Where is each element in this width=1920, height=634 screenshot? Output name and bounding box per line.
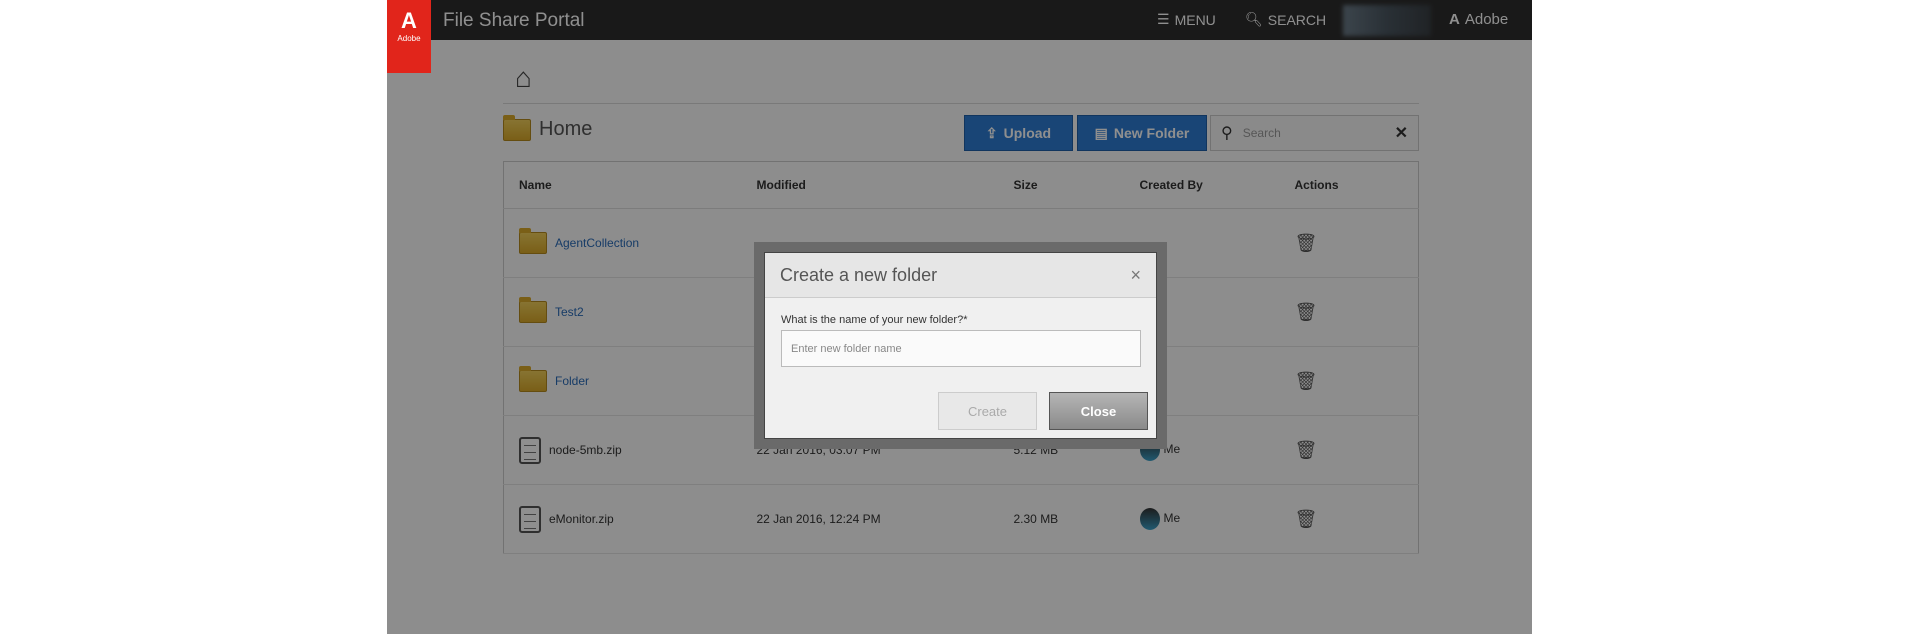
close-button[interactable]: Close <box>1049 392 1148 430</box>
dialog-title: Create a new folder <box>780 264 938 285</box>
create-folder-dialog: Create a new folder × What is the name of… <box>764 252 1157 439</box>
app: A Adobe File Share Portal ☰ MENU 🔍︎ SEARCH … <box>387 0 1532 634</box>
folder-name-label: What is the name of your new folder?* <box>781 314 968 326</box>
folder-name-input[interactable] <box>781 330 1141 367</box>
close-icon[interactable]: × <box>1130 265 1141 286</box>
dialog-frame: Create a new folder × What is the name of… <box>754 242 1167 449</box>
create-button[interactable]: Create <box>938 392 1037 430</box>
adobe-logo[interactable]: A Adobe <box>387 0 431 73</box>
